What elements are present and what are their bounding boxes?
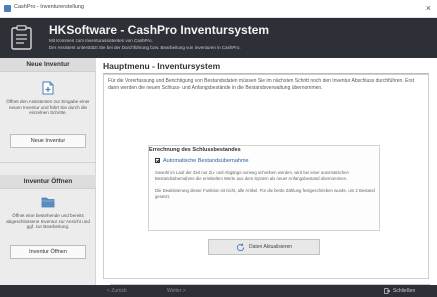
auto-stock-transfer-label[interactable]: Automatische Bestandsübernahme bbox=[163, 158, 249, 164]
app-subtitle-2: Der Assistent unterstützt Sie bei der Du… bbox=[49, 45, 241, 50]
main-content: Hauptmenu - Inventursystem Für die Vorer… bbox=[97, 58, 437, 292]
sidebar-description-open-inventory: Öffnet eine bestehende und bereits abges… bbox=[6, 213, 90, 230]
auto-stock-transfer-checkbox[interactable] bbox=[155, 158, 160, 163]
new-document-icon bbox=[42, 81, 54, 95]
clipboard-icon bbox=[11, 25, 32, 50]
footer-bar: < Zurück Weiter > Schließen bbox=[0, 285, 437, 297]
sidebar-heading-new-inventory: Neue Inventur bbox=[0, 58, 96, 72]
refresh-icon bbox=[236, 242, 245, 251]
new-inventory-button[interactable]: Neue Inventur bbox=[10, 134, 86, 148]
update-data-button[interactable]: Daten Aktualisieren bbox=[208, 239, 320, 255]
update-data-label: Daten Aktualisieren bbox=[248, 244, 293, 250]
auto-stock-transfer-checkbox-row[interactable]: Automatische Bestandsübernahme bbox=[155, 157, 249, 164]
sidebar-heading-open-inventory: Inventur Öffnen bbox=[0, 175, 96, 189]
back-button[interactable]: < Zurück bbox=[107, 287, 127, 295]
content-panel: Für die Vorerfassung und Berichtigung vo… bbox=[103, 74, 430, 292]
close-button[interactable]: Schließen bbox=[384, 287, 415, 295]
next-button[interactable]: Weiter > bbox=[167, 287, 186, 295]
close-button-label: Schließen bbox=[393, 288, 416, 294]
sidebar-description-new-inventory: Öffnet den Assistenten zur Eingabe einer… bbox=[6, 99, 90, 116]
groupbox-info-text-2: Die Deaktivierung dieser Funktion ist ni… bbox=[155, 188, 375, 199]
closing-stock-groupbox: Errechnung des Schlussbestandes Automati… bbox=[148, 145, 380, 231]
sidebar-divider bbox=[0, 162, 96, 163]
open-inventory-button[interactable]: Inventur Öffnen bbox=[10, 245, 86, 259]
app-icon bbox=[4, 5, 11, 12]
exit-icon bbox=[384, 288, 390, 294]
groupbox-info-text-1: Sowohl im Lauf der Zeit nur Zu- und Abgä… bbox=[155, 170, 349, 181]
window-titlebar: CashPro - Inventurerstellung × bbox=[0, 0, 437, 18]
page-title: Hauptmenu - Inventursystem bbox=[103, 61, 221, 71]
window-title: CashPro - Inventurerstellung bbox=[14, 4, 85, 10]
intro-text: Für die Vorerfassung und Berichtigung vo… bbox=[108, 78, 415, 91]
app-subtitle-1: Mit Kommen zum Inventurassistenten von C… bbox=[49, 38, 153, 43]
app-title: HKSoftware - CashPro Inventursystem bbox=[49, 23, 270, 37]
groupbox-legend: Errechnung des Schlussbestandes bbox=[149, 147, 241, 153]
sidebar: Neue Inventur Öffnet den Assistenten zur… bbox=[0, 58, 96, 285]
folder-icon bbox=[41, 197, 55, 208]
app-header: HKSoftware - CashPro Inventursystem Mit … bbox=[0, 18, 437, 58]
window-close-button[interactable]: × bbox=[426, 2, 431, 14]
